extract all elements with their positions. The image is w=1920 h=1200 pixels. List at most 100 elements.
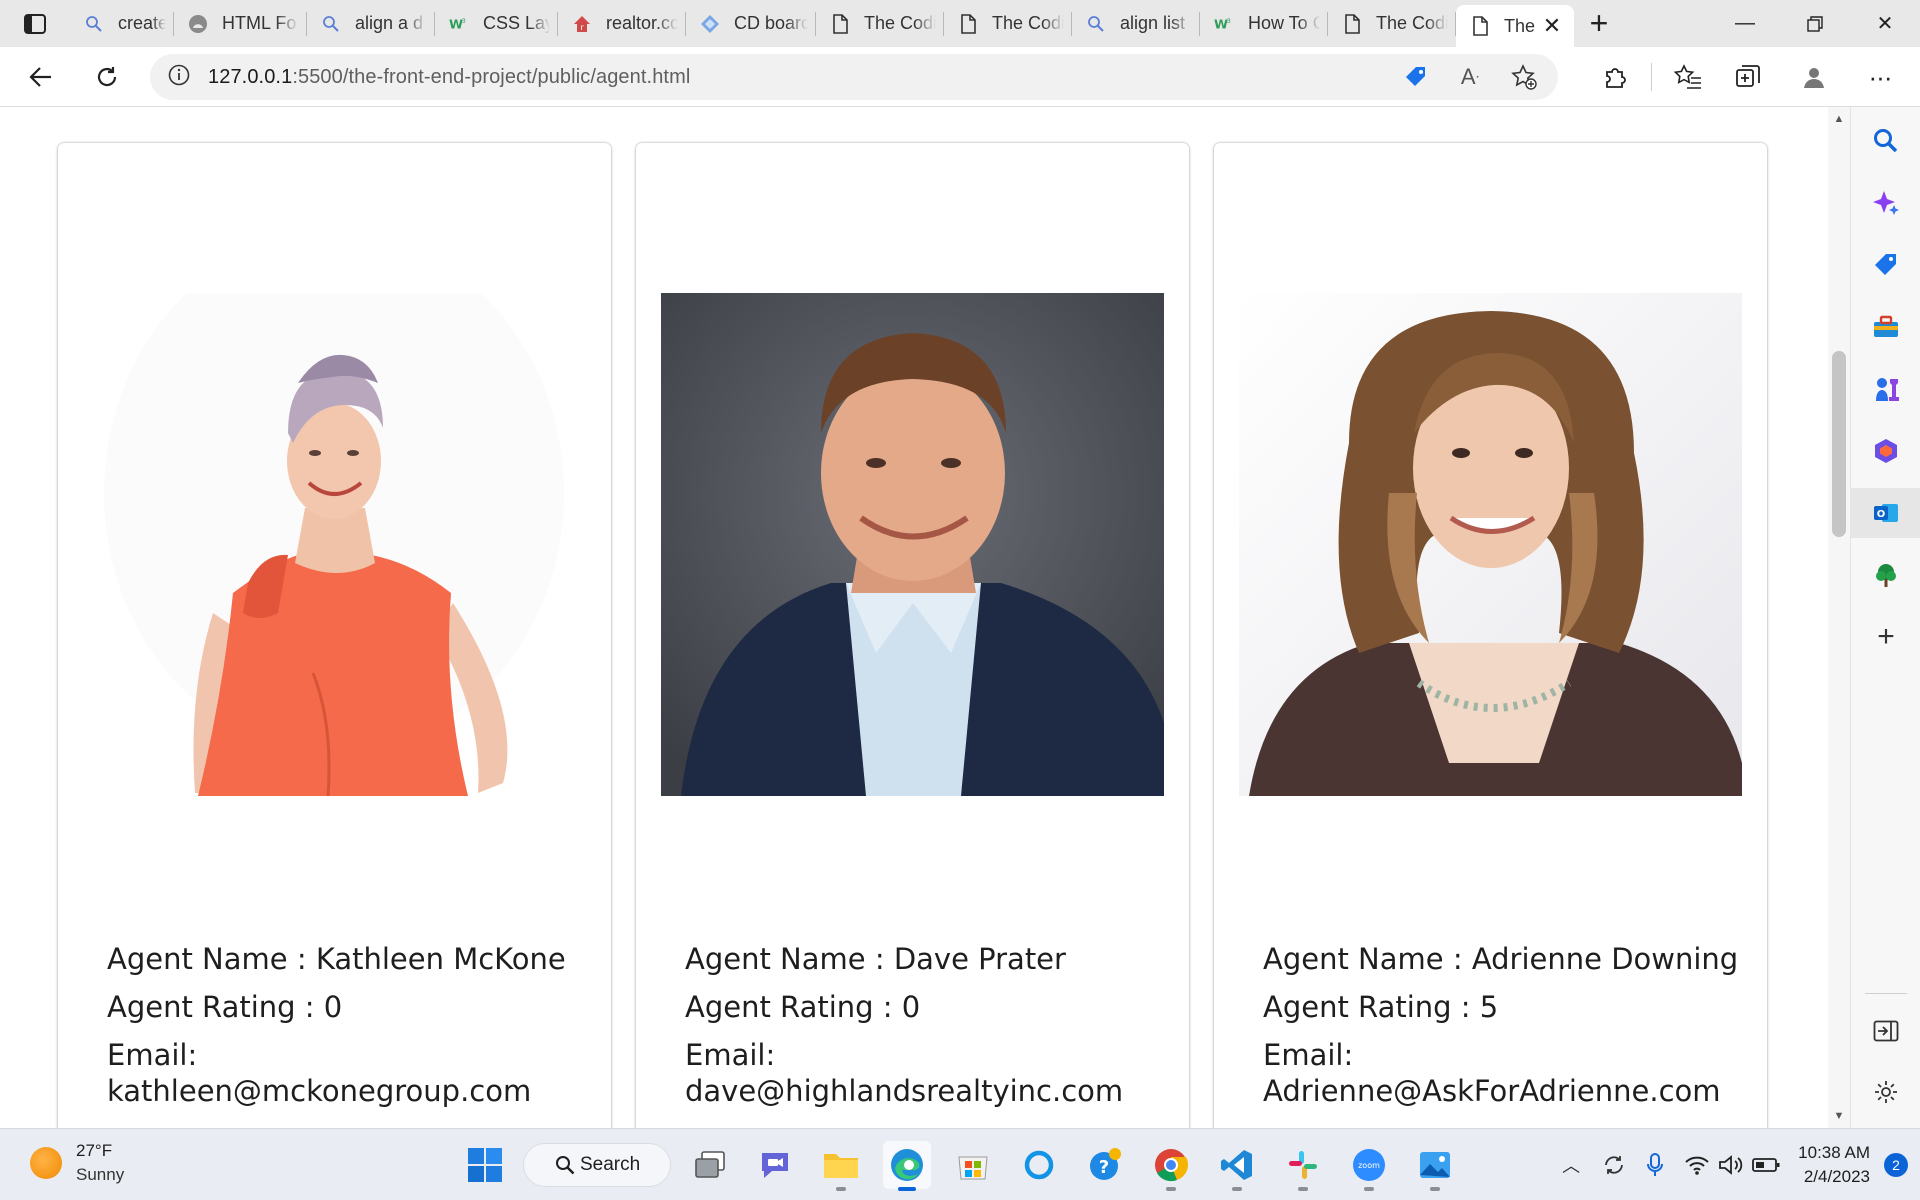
- weather-condition: Sunny: [76, 1165, 125, 1184]
- tab[interactable]: CD boarc: [686, 0, 816, 47]
- tab-title: realtor.cc: [606, 13, 678, 33]
- agent-email-label: Email:: [685, 1038, 776, 1072]
- tab[interactable]: align a d: [307, 0, 435, 47]
- sidebar-shopping-button[interactable]: [1851, 240, 1920, 290]
- get-help-button[interactable]: ?: [1081, 1141, 1129, 1189]
- show-hidden-icons-chevron-icon[interactable]: ︿: [1562, 1152, 1580, 1178]
- address-bar[interactable]: 127.0.0.1:5500/the-front-end-project/pub…: [150, 54, 1558, 100]
- clock[interactable]: 10:38 AM 2/4/2023: [1798, 1141, 1870, 1189]
- favorites-button[interactable]: [1664, 53, 1712, 101]
- agent-card: Agent Name : Adrienne Downing Agent Rati…: [1214, 143, 1767, 1128]
- sidebar-drop-button[interactable]: [1851, 550, 1920, 600]
- clock-date: 2/4/2023: [1803, 1167, 1870, 1186]
- sidebar-hide-button[interactable]: [1851, 1006, 1920, 1056]
- taskbar-search[interactable]: Search: [523, 1143, 671, 1187]
- sidebar-office-button[interactable]: [1851, 426, 1920, 476]
- agent-email: Adrienne@AskForAdrienne.com: [1263, 1074, 1721, 1108]
- restore-button[interactable]: [1780, 0, 1850, 47]
- sidebar-add-button[interactable]: +: [1851, 612, 1920, 662]
- slack-button[interactable]: [1279, 1141, 1327, 1191]
- scroll-down-icon[interactable]: ▼: [1828, 1110, 1850, 1122]
- tab[interactable]: W 3 How To C: [1200, 0, 1328, 47]
- tab-title: HTML Fo: [222, 13, 297, 33]
- sidebar-games-button[interactable]: [1851, 364, 1920, 414]
- tab-active[interactable]: The ✕: [1456, 5, 1574, 47]
- collections-icon: [1736, 65, 1760, 87]
- tab[interactable]: W3 CSS Layo: [435, 0, 558, 47]
- page-icon: [1342, 13, 1362, 34]
- minimize-button[interactable]: —: [1710, 0, 1780, 47]
- cortana-button[interactable]: [1015, 1141, 1063, 1189]
- scrollbar-thumb[interactable]: [1832, 351, 1846, 537]
- read-aloud-icon[interactable]: Aᐧ: [1446, 53, 1494, 101]
- tab-title: The: [1504, 15, 1536, 36]
- task-view-button[interactable]: [686, 1141, 734, 1189]
- agent-name: Agent Name : Dave Prater: [685, 942, 1066, 976]
- site-info-icon[interactable]: [168, 64, 190, 91]
- notification-badge[interactable]: 2: [1884, 1153, 1908, 1177]
- settings-menu-button[interactable]: ···: [1856, 53, 1904, 101]
- tab[interactable]: The Codi: [816, 0, 944, 47]
- url-text[interactable]: 127.0.0.1:5500/the-front-end-project/pub…: [208, 66, 690, 89]
- agent-card: Agent Name : Kathleen McKone Agent Ratin…: [58, 143, 611, 1128]
- sidebar-discover-button[interactable]: [1851, 178, 1920, 228]
- sidebar-search-button[interactable]: [1851, 116, 1920, 166]
- teams-chat-button[interactable]: [751, 1141, 799, 1189]
- weather-widget[interactable]: 27°F Sunny: [30, 1141, 124, 1185]
- agent-email-label: Email:: [107, 1038, 198, 1072]
- vscode-icon: [1221, 1150, 1252, 1180]
- scroll-up-icon[interactable]: ▲: [1828, 113, 1850, 125]
- sidebar-outlook-button[interactable]: O: [1851, 488, 1920, 538]
- wifi-icon[interactable]: [1684, 1154, 1710, 1176]
- tab[interactable]: create fo: [70, 0, 174, 47]
- tab[interactable]: The Codi: [944, 0, 1072, 47]
- svg-text:zoom: zoom: [1358, 1161, 1380, 1170]
- microphone-icon[interactable]: [1646, 1152, 1664, 1178]
- collections-button[interactable]: [1724, 53, 1772, 101]
- new-tab-button[interactable]: +: [1574, 0, 1624, 47]
- w3schools-icon: W3: [449, 14, 469, 34]
- chrome-button[interactable]: [1147, 1141, 1195, 1191]
- sidebar-tools-button[interactable]: [1851, 302, 1920, 352]
- page-icon: [1470, 16, 1490, 36]
- ms-store-button[interactable]: [949, 1141, 997, 1189]
- agent-photo: [83, 293, 586, 796]
- zoom-button[interactable]: zoom: [1345, 1141, 1393, 1191]
- more-icon: ···: [1868, 61, 1893, 92]
- clock-time: 10:38 AM: [1798, 1143, 1870, 1162]
- puzzle-icon: [1606, 68, 1626, 88]
- tab[interactable]: The Codi: [1328, 0, 1456, 47]
- add-favorite-icon[interactable]: [1500, 53, 1548, 101]
- tab-title: The Codi: [864, 13, 936, 33]
- sync-icon[interactable]: [1602, 1153, 1626, 1177]
- edge-sidebar: O +: [1850, 107, 1920, 1128]
- edge-browser-button[interactable]: [883, 1141, 931, 1191]
- profile-button[interactable]: [1790, 53, 1838, 101]
- shopping-tag-icon[interactable]: [1392, 53, 1440, 101]
- agent-email: dave@highlandsrealtyinc.com: [685, 1074, 1124, 1108]
- extensions-button[interactable]: [1591, 53, 1639, 101]
- url-host: 127.0.0.1: [208, 65, 293, 88]
- search-icon: [1086, 14, 1106, 34]
- close-tab-icon[interactable]: ✕: [1538, 12, 1566, 40]
- back-button[interactable]: [17, 53, 65, 101]
- battery-icon[interactable]: [1752, 1157, 1780, 1173]
- vscode-button[interactable]: [1213, 1141, 1261, 1191]
- volume-icon[interactable]: [1718, 1154, 1744, 1176]
- start-button[interactable]: [461, 1141, 509, 1189]
- help-icon: ?: [1090, 1148, 1121, 1180]
- photos-button[interactable]: [1411, 1141, 1459, 1191]
- tree-icon: [1876, 564, 1896, 587]
- file-explorer-button[interactable]: [817, 1141, 865, 1191]
- close-window-button[interactable]: ✕: [1850, 0, 1920, 47]
- office-icon: [1875, 439, 1897, 463]
- refresh-button[interactable]: [83, 53, 131, 101]
- tab[interactable]: r realtor.cc: [558, 0, 686, 47]
- page-scrollbar[interactable]: ▲ ▼: [1828, 107, 1850, 1128]
- page-icon: [830, 13, 850, 34]
- tab[interactable]: align list: [1072, 0, 1200, 47]
- sidebar-settings-button[interactable]: [1851, 1067, 1920, 1117]
- search-icon: [1874, 129, 1898, 153]
- tab[interactable]: HTML Fo: [174, 0, 307, 47]
- tab-actions-button[interactable]: [0, 0, 70, 47]
